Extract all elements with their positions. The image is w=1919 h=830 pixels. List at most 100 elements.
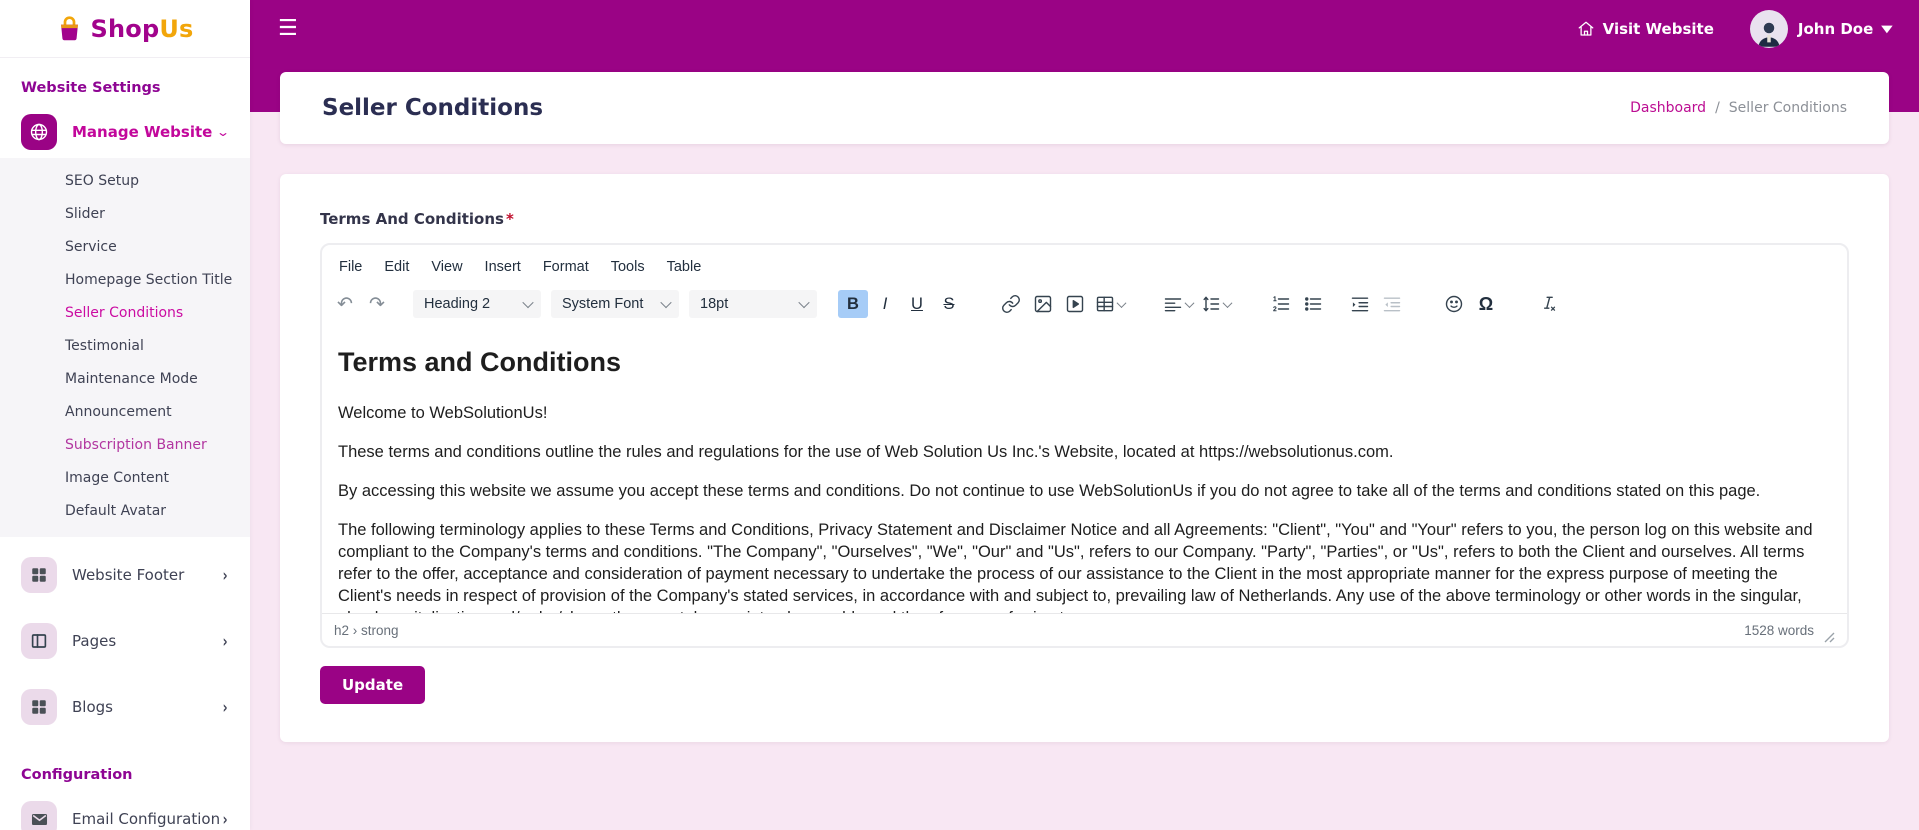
- svg-text:1: 1: [1273, 296, 1277, 303]
- undo-button[interactable]: ↶: [330, 290, 360, 318]
- clear-formatting-button[interactable]: [1533, 290, 1563, 318]
- sidebar-item-pages[interactable]: Pages ›: [0, 615, 250, 667]
- smiley-icon: [1445, 295, 1463, 313]
- ordered-list-icon: 1 2: [1273, 296, 1290, 313]
- font-size-select[interactable]: 18pt: [689, 290, 817, 318]
- breadcrumb-current: Seller Conditions: [1728, 100, 1847, 116]
- special-character-button[interactable]: Ω: [1471, 290, 1501, 318]
- menu-view[interactable]: View: [421, 254, 472, 280]
- italic-button[interactable]: I: [870, 290, 900, 318]
- strikethrough-button[interactable]: S: [934, 290, 964, 318]
- required-asterisk: *: [505, 210, 514, 228]
- outdent-button[interactable]: [1377, 290, 1407, 318]
- chevron-down-icon: [522, 296, 534, 309]
- menu-insert[interactable]: Insert: [475, 254, 531, 280]
- numbered-list-button[interactable]: 1 2: [1266, 290, 1296, 318]
- font-family-select[interactable]: System Font: [551, 290, 679, 318]
- user-name[interactable]: John Doe: [1798, 20, 1873, 38]
- image-icon: [1034, 295, 1052, 313]
- chevron-down-icon: [660, 296, 672, 309]
- line-height-icon: [1203, 296, 1220, 312]
- envelope-icon: [21, 801, 57, 830]
- content-heading: Terms and Conditions: [338, 347, 622, 377]
- media-play-icon: [1066, 295, 1084, 313]
- avatar[interactable]: [1749, 10, 1788, 48]
- insert-image-button[interactable]: [1028, 290, 1058, 318]
- sidebar-item-testimonial[interactable]: Testimonial: [0, 329, 250, 362]
- breadcrumb-dashboard-link[interactable]: Dashboard: [1630, 100, 1706, 116]
- user-menu-caret-icon[interactable]: ▼: [1881, 24, 1893, 35]
- insert-media-button[interactable]: [1060, 290, 1090, 318]
- menu-format[interactable]: Format: [533, 254, 599, 280]
- menu-tools[interactable]: Tools: [601, 254, 655, 280]
- menu-file[interactable]: File: [329, 254, 372, 280]
- hamburger-menu-icon[interactable]: ☰: [278, 18, 298, 40]
- sidebar-item-label: Pages: [72, 632, 117, 650]
- svg-text:2: 2: [1273, 306, 1277, 313]
- table-icon: [1096, 296, 1114, 312]
- editor-toolbar: ↶ ↷ Heading 2 System Font 18pt B I U S 1…: [322, 284, 1847, 324]
- grid-icon: [21, 557, 57, 593]
- sidebar-item-maintenance-mode[interactable]: Maintenance Mode: [0, 362, 250, 395]
- editor-content[interactable]: Terms and Conditions Welcome to WebSolut…: [322, 324, 1847, 613]
- home-icon: [1578, 21, 1593, 36]
- menu-edit[interactable]: Edit: [374, 254, 419, 280]
- visit-website-link[interactable]: Visit Website: [1577, 20, 1714, 38]
- line-height-button[interactable]: [1198, 290, 1234, 318]
- menu-table[interactable]: Table: [657, 254, 712, 280]
- word-count[interactable]: 1528 words: [1744, 623, 1814, 638]
- bullet-list-button[interactable]: [1298, 290, 1328, 318]
- sidebar-item-homepage-section-title[interactable]: Homepage Section Title: [0, 263, 250, 296]
- update-button[interactable]: Update: [320, 666, 426, 704]
- clear-formatting-icon: [1543, 296, 1556, 311]
- sidebar-item-manage-website[interactable]: Manage Website ⌄: [0, 106, 250, 158]
- sidebar-item-email-configuration[interactable]: Email Configuration ›: [0, 793, 250, 830]
- sidebar-section-website-settings: Website Settings: [21, 80, 161, 96]
- manage-website-submenu: SEO Setup Slider Service Homepage Sectio…: [0, 158, 250, 537]
- logo-text: ShopUs: [90, 14, 194, 43]
- app-logo[interactable]: ShopUs: [0, 0, 250, 58]
- sidebar-item-label: Blogs: [72, 698, 113, 716]
- indent-button[interactable]: [1345, 290, 1375, 318]
- editor-field-label: Terms And Conditions *: [320, 210, 514, 228]
- chevron-right-icon: ›: [222, 696, 228, 718]
- sidebar-item-seller-conditions[interactable]: Seller Conditions: [0, 296, 250, 329]
- insert-link-button[interactable]: [996, 290, 1026, 318]
- sidebar-item-default-avatar[interactable]: Default Avatar: [0, 494, 250, 527]
- sidebar-item-subscription-banner[interactable]: Subscription Banner: [0, 428, 250, 461]
- emoticons-button[interactable]: [1439, 290, 1469, 318]
- align-left-icon: [1164, 298, 1182, 312]
- underline-button[interactable]: U: [902, 290, 932, 318]
- insert-table-button[interactable]: [1092, 290, 1128, 318]
- sidebar-item-website-footer[interactable]: Website Footer ›: [0, 549, 250, 601]
- block-format-select[interactable]: Heading 2: [413, 290, 541, 318]
- sidebar-item-announcement[interactable]: Announcement: [0, 395, 250, 428]
- align-button[interactable]: [1160, 290, 1196, 318]
- breadcrumb-separator: /: [1715, 100, 1720, 116]
- resize-grip-icon[interactable]: [1824, 632, 1835, 643]
- link-icon: [1002, 295, 1020, 313]
- sidebar-item-image-content[interactable]: Image Content: [0, 461, 250, 494]
- bold-button[interactable]: B: [838, 290, 868, 318]
- content-paragraph: By accessing this website we assume you …: [338, 482, 1761, 500]
- topbar: ☰ Visit Website John Doe ▼: [250, 0, 1919, 58]
- rich-text-editor: File Edit View Insert Format Tools Table…: [320, 243, 1849, 648]
- content-paragraph: Welcome to WebSolutionUs!: [338, 404, 548, 422]
- redo-button[interactable]: ↷: [362, 290, 392, 318]
- chevron-down-icon: [1222, 297, 1233, 308]
- chevron-right-icon: ›: [222, 564, 228, 586]
- editor-statusbar: h2 › strong 1528 words: [322, 613, 1847, 646]
- sidebar-item-slider[interactable]: Slider: [0, 197, 250, 230]
- sidebar: ShopUs Website Settings Manage Website ⌄…: [0, 0, 250, 830]
- sidebar-item-service[interactable]: Service: [0, 230, 250, 263]
- globe-icon: [21, 114, 57, 150]
- element-path[interactable]: h2 › strong: [334, 623, 399, 638]
- sidebar-item-seo-setup[interactable]: SEO Setup: [0, 164, 250, 197]
- content-paragraph: The following terminology applies to the…: [338, 521, 1813, 613]
- main-area: ☰ Visit Website John Doe ▼ Seller Condit…: [250, 0, 1919, 830]
- chevron-right-icon: ›: [222, 630, 228, 652]
- sidebar-item-blogs[interactable]: Blogs ›: [0, 681, 250, 733]
- indent-icon: [1351, 297, 1369, 312]
- breadcrumb: Dashboard / Seller Conditions: [1630, 100, 1847, 116]
- chevron-down-icon: [798, 296, 810, 309]
